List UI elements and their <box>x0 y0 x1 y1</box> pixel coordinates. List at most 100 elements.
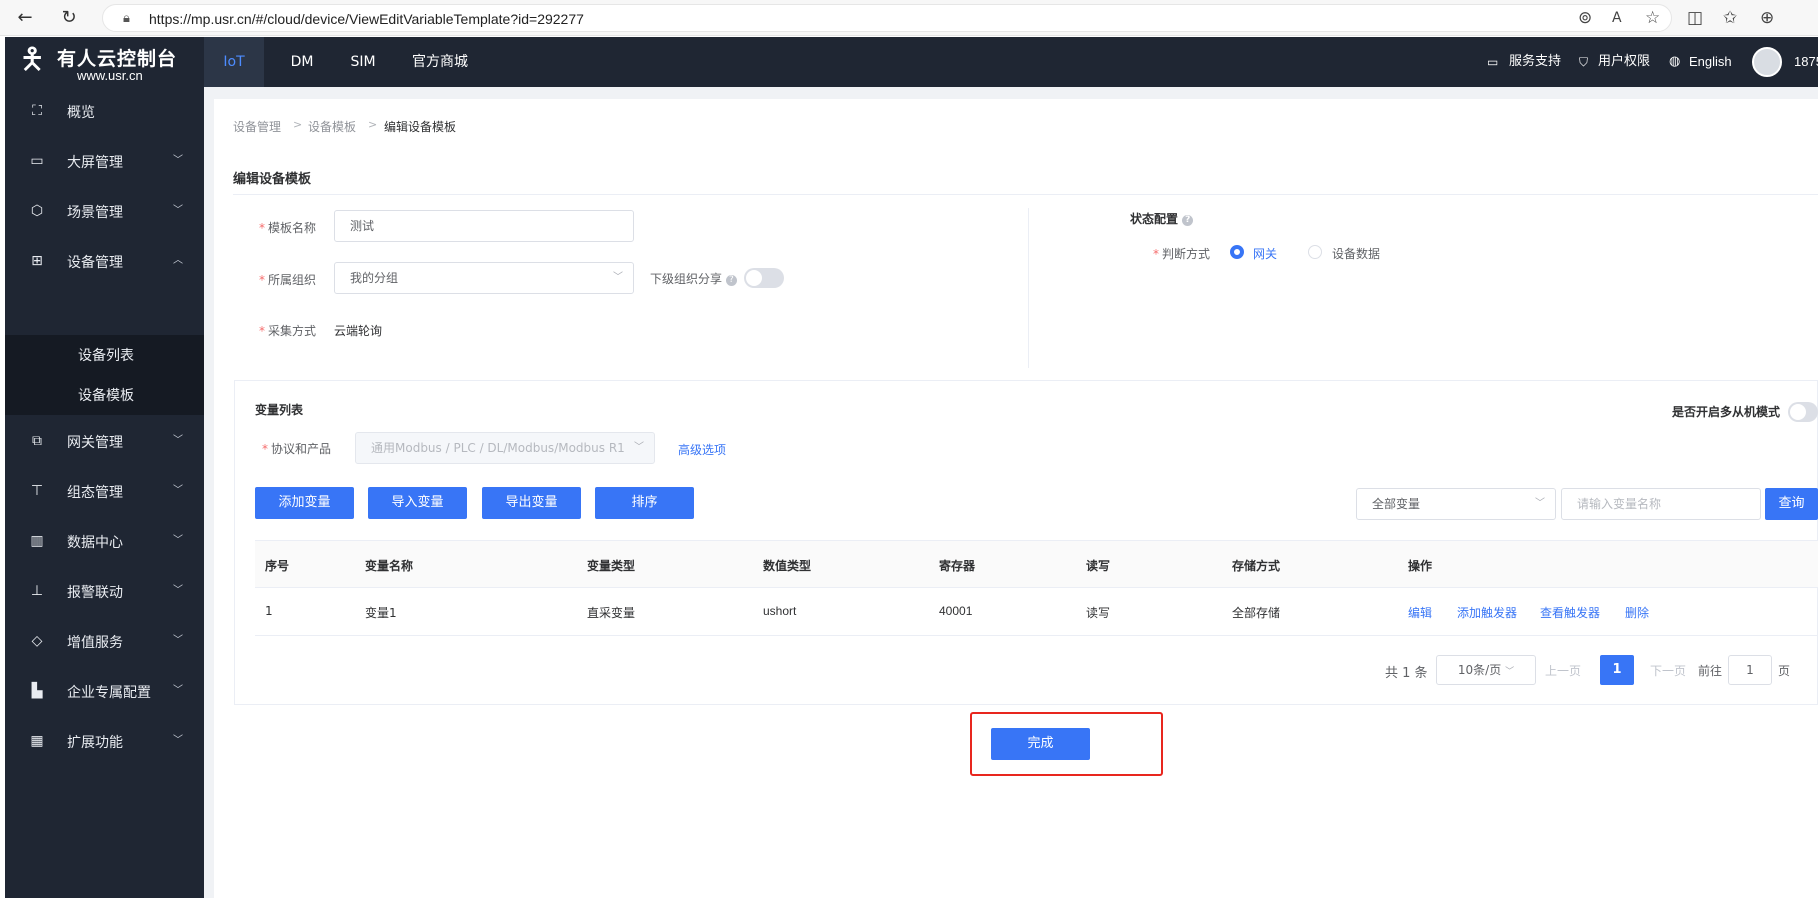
sort-button[interactable]: 排序 <box>595 487 694 519</box>
back-icon[interactable]: ← <box>14 7 36 29</box>
location-icon[interactable]: ⊚ <box>1578 8 1592 28</box>
sidebar-item-alarms[interactable]: ⊥ 报警联动 ﹀ <box>5 567 204 617</box>
page-number-current[interactable]: 1 <box>1600 655 1634 685</box>
radio-device-data-label[interactable]: 设备数据 <box>1332 245 1380 262</box>
template-name-label: * 模板名称 <box>258 221 316 235</box>
export-variable-button[interactable]: 导出变量 <box>482 487 581 519</box>
address-bar[interactable]: 🔒︎ https://mp.usr.cn/#/cloud/device/View… <box>102 4 1672 32</box>
add-trigger-link[interactable]: 添加触发器 <box>1457 604 1517 621</box>
apps-icon: ▦ <box>30 733 44 749</box>
sidebar-subitem-device-list[interactable]: 设备列表 <box>78 345 134 365</box>
sidebar-item-screens[interactable]: ▭ 大屏管理 ﹀ <box>5 137 204 187</box>
breadcrumb-device-template[interactable]: 设备模板 <box>308 118 356 135</box>
variable-search-input[interactable]: 请输入变量名称 <box>1561 488 1761 520</box>
service-support-link[interactable]: 服务支持 <box>1509 37 1561 87</box>
chevron-down-icon: ﹀ <box>1535 498 1545 509</box>
help-icon: ? <box>1182 215 1194 226</box>
brand-logo[interactable]: 🯅 有人云控制台 www.usr.cn <box>5 37 204 87</box>
refresh-icon[interactable]: ↻ <box>58 7 80 29</box>
tab-dm[interactable]: DM <box>278 37 326 87</box>
chevron-down-icon: ﹀ <box>173 205 183 216</box>
breadcrumb-current: 编辑设备模板 <box>384 120 457 134</box>
add-variable-button[interactable]: 添加变量 <box>255 487 354 519</box>
url-text: https://mp.usr.cn/#/cloud/device/ViewEdi… <box>149 11 584 27</box>
import-variable-button[interactable]: 导入变量 <box>368 487 467 519</box>
tab-store[interactable]: 官方商城 <box>400 37 480 87</box>
favorites-icon[interactable]: ✩ <box>1723 8 1737 28</box>
cell-register: 40001 <box>939 604 973 618</box>
col-no: 序号 <box>265 559 290 573</box>
cube-icon: ⬡ <box>30 203 44 219</box>
read-aloud-icon[interactable]: A <box>1612 8 1622 28</box>
radio-device-data[interactable] <box>1308 245 1322 259</box>
goto-page-input[interactable]: 1 <box>1728 655 1772 685</box>
col-value-type: 数值类型 <box>763 559 812 573</box>
lock-icon: 🔒︎ <box>123 11 130 26</box>
tab-sim[interactable]: SIM <box>338 37 388 87</box>
finish-button[interactable]: 完成 <box>991 728 1090 760</box>
advanced-options-link[interactable]: 高级选项 <box>678 441 726 458</box>
language-switch[interactable]: English <box>1689 37 1732 87</box>
radio-gateway[interactable] <box>1230 245 1244 259</box>
edit-link[interactable]: 编辑 <box>1408 604 1432 621</box>
sidebar-subitem-device-template[interactable]: 设备模板 <box>78 385 134 405</box>
chart-line-icon: ⧉ <box>32 433 42 449</box>
prev-page-button[interactable]: 上一页 <box>1545 662 1581 679</box>
col-type: 变量类型 <box>587 559 636 573</box>
globe-icon: ◍ <box>1669 54 1681 69</box>
chevron-down-icon: ﹀ <box>173 435 183 446</box>
favorite-star-icon[interactable]: ☆ <box>1645 8 1660 28</box>
help-icon: ? <box>725 275 737 286</box>
sidebar-item-overview[interactable]: ⛶ 概览 <box>5 87 204 137</box>
user-permission-link[interactable]: 用户权限 <box>1598 37 1650 87</box>
multi-slave-toggle[interactable] <box>1788 402 1818 422</box>
cell-storage: 全部存储 <box>1232 606 1281 620</box>
sidebar-item-data-center[interactable]: ▥ 数据中心 ﹀ <box>5 517 204 567</box>
hierarchy-icon: ⊤ <box>30 483 44 499</box>
split-screen-icon[interactable]: ◫ <box>1687 8 1703 28</box>
chevron-down-icon: ﹀ <box>173 585 183 596</box>
share-toggle[interactable] <box>744 268 784 288</box>
template-name-input[interactable]: 测试 <box>334 210 634 242</box>
sidebar-item-gateways[interactable]: ⧉ 网关管理 ﹀ <box>5 417 204 467</box>
protocol-label: * 协议和产品 <box>262 442 332 456</box>
chevron-down-icon: ﹀ <box>613 272 623 283</box>
shield-icon: ⛉ <box>1579 55 1589 69</box>
cell-no: 1 <box>265 604 273 618</box>
variable-filter-select[interactable]: 全部变量 ﹀ <box>1356 488 1556 520</box>
chevron-down-icon: ﹀ <box>173 535 183 546</box>
user-name[interactable]: 1875 <box>1794 37 1818 87</box>
device-icon: ⊞ <box>31 253 43 269</box>
avatar[interactable] <box>1752 47 1782 77</box>
sidebar-item-devices[interactable]: ⊞ 设备管理 ︿ <box>5 237 204 287</box>
cell-rw: 读写 <box>1086 606 1111 620</box>
chevron-down-icon: ﹀ <box>173 735 183 746</box>
chevron-down-icon: ﹀ <box>173 485 183 496</box>
person-logo-icon: 🯅 <box>19 42 46 77</box>
extensions-icon[interactable]: ⊕ <box>1760 8 1774 28</box>
page-size-select[interactable]: 10条/页 ﹀ <box>1436 655 1536 685</box>
sidebar-item-configuration[interactable]: ⊤ 组态管理 ﹀ <box>5 467 204 517</box>
tab-iot[interactable]: IoT <box>204 37 264 87</box>
monitor-icon: ▭ <box>30 153 44 169</box>
collect-method-value: 云端轮询 <box>334 324 383 338</box>
brand-subtitle: www.usr.cn <box>77 68 143 83</box>
goto-label: 前往 <box>1698 664 1723 678</box>
col-storage: 存储方式 <box>1232 559 1281 573</box>
search-button[interactable]: 查询 <box>1765 488 1818 520</box>
sidebar-item-value-added[interactable]: ◇ 增值服务 ﹀ <box>5 617 204 667</box>
radio-gateway-label[interactable]: 网关 <box>1253 245 1277 262</box>
sidebar-item-enterprise[interactable]: ▙ 企业专属配置 ﹀ <box>5 667 204 717</box>
sidebar-item-scenes[interactable]: ⬡ 场景管理 ﹀ <box>5 187 204 237</box>
breadcrumb-device-mgmt[interactable]: 设备管理 <box>233 118 281 135</box>
chevron-down-icon: ﹀ <box>173 635 183 646</box>
group-select[interactable]: 我的分组 ﹀ <box>334 262 634 294</box>
protocol-select[interactable]: 通用Modbus / PLC / DL/Modbus/Modbus R1 ﹀ <box>355 432 655 464</box>
page-title: 编辑设备模板 <box>233 172 312 187</box>
table-header: 序号 变量名称 变量类型 数值类型 寄存器 读写 存储方式 操作 <box>255 540 1818 588</box>
next-page-button[interactable]: 下一页 <box>1650 662 1686 679</box>
sidebar-item-extensions[interactable]: ▦ 扩展功能 ﹀ <box>5 717 204 767</box>
breadcrumb-separator: > <box>368 118 378 131</box>
delete-link[interactable]: 删除 <box>1625 604 1649 621</box>
view-trigger-link[interactable]: 查看触发器 <box>1540 604 1600 621</box>
